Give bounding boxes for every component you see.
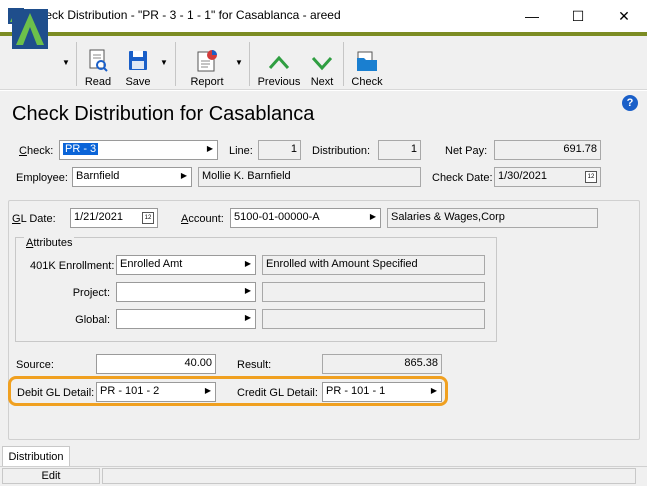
- line-label: Line:: [229, 145, 253, 157]
- minimize-button[interactable]: —: [509, 0, 555, 32]
- tab-bar: [0, 444, 647, 465]
- title-bar: Check Distribution - "PR - 3 - 1 - 1" fo…: [0, 0, 647, 32]
- check-value: PR - 3: [63, 143, 99, 155]
- distribution-label: Distribution:: [312, 145, 371, 157]
- next-button[interactable]: Next: [306, 42, 338, 88]
- help-icon[interactable]: ?: [622, 95, 638, 111]
- check-label: Check: [351, 76, 383, 88]
- check-field[interactable]: PR - 3 ▶: [59, 140, 218, 160]
- debit-gl-detail-label: Debit GL Detail:: [17, 387, 95, 399]
- account-value: 5100-01-00000-A: [234, 211, 320, 223]
- lookup-arrow-icon[interactable]: ▶: [431, 386, 437, 395]
- maximize-button[interactable]: ☐: [555, 0, 601, 32]
- save-label: Save: [125, 76, 151, 88]
- account-description-field: Salaries & Wages,Corp: [387, 208, 598, 228]
- net-pay-field: 691.78: [494, 140, 601, 160]
- toolbar-separator: [76, 42, 77, 86]
- lookup-arrow-icon[interactable]: ▶: [207, 144, 213, 153]
- account-field[interactable]: 5100-01-00000-A ▶: [230, 208, 381, 228]
- page-title: Check Distribution for Casablanca: [12, 103, 315, 125]
- attributes-group-label: Attributes: [24, 237, 75, 249]
- lookup-arrow-icon[interactable]: ▶: [370, 212, 376, 221]
- report-label: Report: [190, 76, 224, 88]
- read-icon: [89, 49, 108, 72]
- toolbar-separator: [343, 42, 344, 86]
- attribute-label-401k: 401K Enrollment:: [30, 260, 115, 272]
- employee-name-field: Mollie K. Barnfield: [198, 167, 421, 187]
- attribute-label-global: Global:: [75, 314, 110, 326]
- employee-label: Employee:: [16, 172, 68, 184]
- save-button[interactable]: Save: [120, 42, 156, 88]
- tab-distribution[interactable]: Distribution: [2, 446, 70, 466]
- next-label: Next: [310, 76, 334, 88]
- check-folder-icon: [357, 51, 377, 71]
- window-title: Check Distribution - "PR - 3 - 1 - 1" fo…: [30, 8, 341, 22]
- attribute-field-401k[interactable]: Enrolled Amt ▶: [116, 255, 256, 275]
- attribute-label-project: Project:: [72, 287, 110, 299]
- calendar-icon[interactable]: 12: [585, 171, 597, 183]
- gl-date-label: GL Date:: [12, 213, 56, 225]
- previous-button[interactable]: Previous: [256, 42, 302, 88]
- credit-gl-detail-label: Credit GL Detail:: [237, 387, 318, 399]
- account-label: Account:: [181, 213, 224, 225]
- attribute-value-401k: Enrolled Amt: [120, 258, 183, 270]
- check-date-value: 1/30/2021: [498, 170, 547, 182]
- app-menu-dropdown-icon[interactable]: ▼: [62, 58, 70, 67]
- distribution-field: 1: [378, 140, 421, 160]
- debit-gl-detail-field[interactable]: PR - 101 - 2 ▶: [96, 382, 216, 402]
- app-menu-button[interactable]: [8, 6, 52, 52]
- lookup-arrow-icon[interactable]: ▶: [245, 313, 251, 322]
- read-button[interactable]: Read: [82, 42, 114, 88]
- attribute-desc-401k: Enrolled with Amount Specified: [262, 255, 485, 275]
- chevron-up-icon: [268, 55, 290, 70]
- debit-gl-detail-value: PR - 101 - 2: [100, 385, 160, 397]
- source-field[interactable]: 40.00: [96, 354, 216, 374]
- attribute-field-global[interactable]: ▶: [116, 309, 256, 329]
- toolbar-separator: [249, 42, 250, 86]
- check-date-field: 1/30/2021 12: [494, 167, 601, 187]
- check-label: Check:: [19, 145, 54, 157]
- chevron-down-icon: [311, 56, 333, 71]
- lookup-arrow-icon[interactable]: ▶: [181, 171, 187, 180]
- read-label: Read: [84, 76, 112, 88]
- net-pay-label: Net Pay:: [445, 145, 488, 157]
- credit-gl-detail-value: PR - 101 - 1: [326, 385, 386, 397]
- lookup-arrow-icon[interactable]: ▶: [245, 286, 251, 295]
- attribute-desc-project: [262, 282, 485, 302]
- report-button[interactable]: Report: [185, 42, 229, 88]
- credit-gl-detail-field[interactable]: PR - 101 - 1 ▶: [322, 382, 442, 402]
- calendar-icon[interactable]: 12: [142, 212, 154, 224]
- gl-date-value: 1/21/2021: [74, 211, 123, 223]
- report-icon: [197, 50, 217, 72]
- status-message: [102, 468, 636, 484]
- employee-field[interactable]: Barnfield ▶: [72, 167, 192, 187]
- attribute-desc-global: [262, 309, 485, 329]
- result-field: 865.38: [322, 354, 442, 374]
- report-dropdown-icon[interactable]: ▼: [235, 58, 243, 67]
- check-date-label: Check Date:: [432, 172, 493, 184]
- save-dropdown-icon[interactable]: ▼: [160, 58, 168, 67]
- lookup-arrow-icon[interactable]: ▶: [205, 386, 211, 395]
- attribute-field-project[interactable]: ▶: [116, 282, 256, 302]
- employee-value: Barnfield: [76, 170, 120, 182]
- edit-status: Edit: [2, 468, 100, 484]
- toolbar-separator: [175, 42, 176, 86]
- save-icon: [129, 51, 147, 70]
- previous-label: Previous: [257, 76, 301, 88]
- gl-date-field[interactable]: 1/21/2021 12: [70, 208, 158, 228]
- source-label: Source:: [16, 359, 54, 371]
- app-logo-large-icon: [12, 9, 48, 49]
- lookup-arrow-icon[interactable]: ▶: [245, 259, 251, 268]
- check-button[interactable]: Check: [348, 42, 386, 88]
- result-label: Result:: [237, 359, 272, 371]
- line-field: 1: [258, 140, 301, 160]
- close-button[interactable]: ✕: [601, 0, 647, 32]
